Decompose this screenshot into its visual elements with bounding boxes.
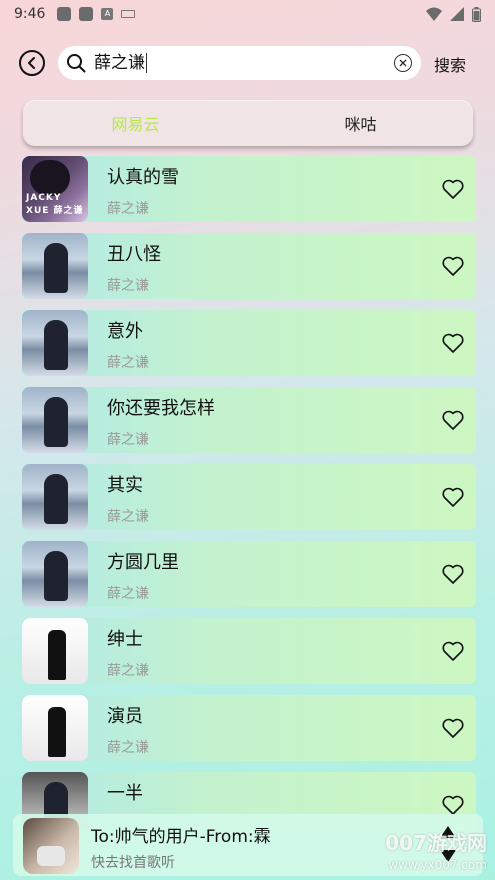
list-item[interactable]: 丑八怪 薛之谦 xyxy=(22,233,476,299)
song-artist: 薛之谦 xyxy=(107,355,149,371)
album-cover: JACKY XUE 薛之谦 xyxy=(22,156,88,222)
status-right xyxy=(426,6,481,22)
song-artist: 薛之谦 xyxy=(107,509,149,525)
a-icon: A xyxy=(101,8,114,20)
heart-icon[interactable] xyxy=(441,639,465,663)
song-title: 方圆几里 xyxy=(107,552,179,573)
album-cover xyxy=(22,310,88,376)
album-cover xyxy=(22,464,88,530)
song-title: 演员 xyxy=(107,706,143,727)
tab-netease[interactable]: 网易云 xyxy=(23,100,248,146)
app-icon xyxy=(79,7,94,21)
song-artist: 薛之谦 xyxy=(107,278,149,294)
album-cover xyxy=(22,695,88,761)
chevron-left-icon xyxy=(28,57,35,69)
source-tabs: 网易云 咪咕 xyxy=(23,100,473,146)
song-title: 丑八怪 xyxy=(107,244,161,265)
song-artist: 薛之谦 xyxy=(107,740,149,756)
song-artist: 薛之谦 xyxy=(107,586,149,602)
tab-migu[interactable]: 咪咕 xyxy=(248,100,473,146)
song-title: 绅士 xyxy=(107,629,143,650)
search-button[interactable]: 搜索 xyxy=(434,52,466,76)
watermark-sub: www.yx007.com xyxy=(388,858,487,872)
back-button[interactable] xyxy=(19,50,45,76)
watermark: 007游戏网 www.yx007.com xyxy=(385,832,487,876)
search-query[interactable]: 薛之谦 xyxy=(94,53,147,73)
album-cover xyxy=(22,618,88,684)
battery-icon xyxy=(472,6,481,22)
heart-icon[interactable] xyxy=(441,485,465,509)
player-title: To:帅气的用户-From:霖 xyxy=(91,827,271,847)
watermark-main: 007游戏网 xyxy=(385,831,487,855)
player-subtitle: 快去找首歌听 xyxy=(91,855,175,871)
search-icon xyxy=(67,54,86,73)
heart-icon[interactable] xyxy=(441,254,465,278)
close-icon xyxy=(399,59,407,67)
heart-icon[interactable] xyxy=(441,177,465,201)
player-cover xyxy=(23,818,79,874)
app-icon xyxy=(57,7,72,21)
list-item[interactable]: 绅士 薛之谦 xyxy=(22,618,476,684)
song-artist: 薛之谦 xyxy=(107,663,149,679)
heart-icon[interactable] xyxy=(441,716,465,740)
album-cover-text: JACKY XUE 薛之谦 xyxy=(26,193,84,216)
signal-icon xyxy=(450,7,464,21)
album-cover xyxy=(22,387,88,453)
heart-icon[interactable] xyxy=(441,331,465,355)
album-cover xyxy=(22,233,88,299)
keyboard-icon xyxy=(121,10,136,18)
list-item[interactable]: 你还要我怎样 薛之谦 xyxy=(22,387,476,453)
search-input[interactable]: 薛之谦 xyxy=(58,46,421,80)
song-artist: 薛之谦 xyxy=(107,201,149,217)
wifi-icon xyxy=(426,7,442,21)
clear-button[interactable] xyxy=(394,54,412,72)
search-row: 薛之谦 搜索 xyxy=(0,44,495,82)
song-title: 认真的雪 xyxy=(107,167,179,188)
song-title: 你还要我怎样 xyxy=(107,398,215,419)
list-item[interactable]: 演员 薛之谦 xyxy=(22,695,476,761)
song-list: JACKY XUE 薛之谦 认真的雪 薛之谦 丑八怪 薛之谦 意外 薛之谦 你还… xyxy=(22,156,476,849)
song-artist: 薛之谦 xyxy=(107,432,149,448)
song-title: 一半 xyxy=(107,783,143,804)
list-item[interactable]: 方圆几里 薛之谦 xyxy=(22,541,476,607)
list-item[interactable]: 意外 薛之谦 xyxy=(22,310,476,376)
status-time: 9:46 xyxy=(14,6,46,22)
heart-icon[interactable] xyxy=(441,562,465,586)
heart-icon[interactable] xyxy=(441,408,465,432)
album-cover xyxy=(22,541,88,607)
song-title: 其实 xyxy=(107,475,143,496)
status-bar: 9:46 A xyxy=(0,0,495,28)
list-item[interactable]: 其实 薛之谦 xyxy=(22,464,476,530)
list-item[interactable]: JACKY XUE 薛之谦 认真的雪 薛之谦 xyxy=(22,156,476,222)
song-title: 意外 xyxy=(107,321,143,342)
